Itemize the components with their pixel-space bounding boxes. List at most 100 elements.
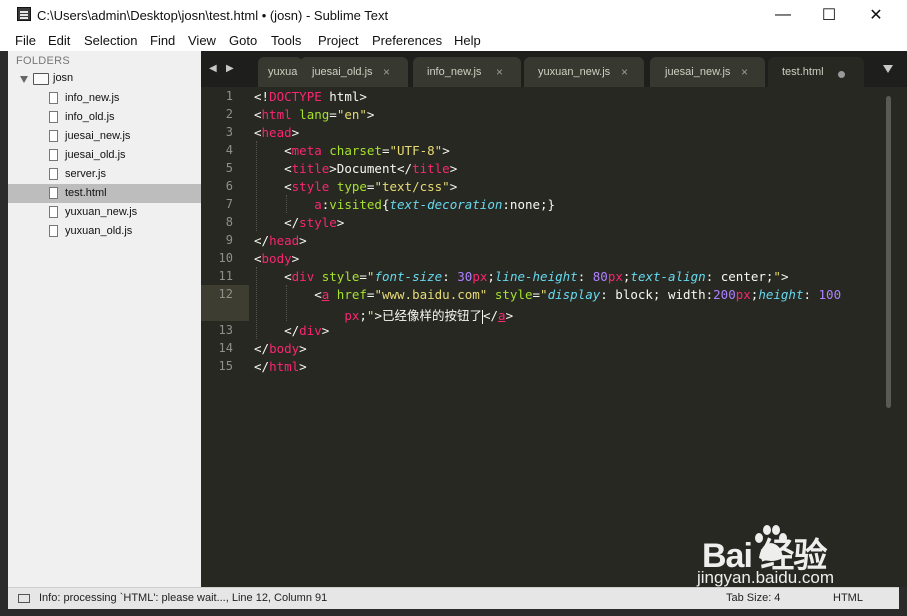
sidebar-file-server[interactable]: server.js <box>8 165 201 184</box>
line-number: 9 <box>225 233 233 247</box>
close-icon: ✕ <box>869 7 883 24</box>
line-number: 5 <box>225 161 233 175</box>
minimize-button[interactable]: — <box>760 0 806 30</box>
sidebar-file-juesai-new[interactable]: juesai_new.js <box>8 127 201 146</box>
menu-view[interactable]: View <box>188 33 216 48</box>
code-token: text-align <box>630 269 706 284</box>
code-token: px <box>735 287 751 302</box>
tab-close-icon[interactable]: × <box>496 65 503 79</box>
code-token: px <box>607 269 623 284</box>
code-token: html <box>269 359 300 374</box>
code-token: : <box>442 269 458 284</box>
code-line: </body> <box>254 341 307 356</box>
syntax-indicator[interactable]: HTML <box>833 592 863 604</box>
unsaved-dot-icon[interactable] <box>838 71 845 78</box>
tab-juesai-old[interactable]: juesai_old.js × <box>300 57 408 87</box>
code-token: = <box>532 287 541 302</box>
code-token: < <box>254 143 292 158</box>
menu-file[interactable]: File <box>15 33 36 48</box>
code-token: div <box>299 323 322 338</box>
tab-yuxuan-new[interactable]: yuxuan_new.js × <box>524 57 644 87</box>
code-token: body <box>269 341 300 356</box>
sidebar-file-info-new[interactable]: info_new.js <box>8 89 201 108</box>
sidebar-file-info-old[interactable]: info_old.js <box>8 108 201 127</box>
code-token: "www.baidu.com" <box>374 287 488 302</box>
tab-label: yuxua <box>268 66 298 78</box>
code-token: : <box>577 269 593 284</box>
menu-selection[interactable]: Selection <box>84 33 137 48</box>
tab-next-icon[interactable]: ▶ <box>226 63 234 74</box>
code-token: 30 <box>457 269 473 284</box>
title-bar[interactable]: C:\Users\admin\Desktop\josn\test.html • … <box>0 0 907 30</box>
code-token: style <box>321 269 360 284</box>
tab-label: juesai_old.js <box>312 66 373 78</box>
code-token: ; <box>359 308 367 323</box>
code-token: </ <box>482 308 499 323</box>
menu-help[interactable]: Help <box>454 33 481 48</box>
maximize-button[interactable]: ☐ <box>806 0 852 30</box>
sidebar-file-juesai-old[interactable]: juesai_old.js <box>8 146 201 165</box>
file-label: juesai_new.js <box>65 130 131 142</box>
tab-info-new[interactable]: info_new.js × <box>413 57 521 87</box>
menu-edit[interactable]: Edit <box>48 33 70 48</box>
file-icon <box>49 206 58 218</box>
file-label: info_new.js <box>65 92 120 104</box>
menu-find[interactable]: Find <box>150 33 175 48</box>
code-token: line-height <box>494 269 578 284</box>
menu-project[interactable]: Project <box>318 33 358 48</box>
vertical-scrollbar[interactable] <box>886 96 891 408</box>
menu-goto[interactable]: Goto <box>229 33 257 48</box>
expand-triangle-icon[interactable] <box>20 76 28 83</box>
code-token: </ <box>254 359 270 374</box>
code-token: px <box>472 269 488 284</box>
sidebar-file-test-html[interactable]: test.html <box>8 184 201 203</box>
menu-preferences[interactable]: Preferences <box>372 33 442 48</box>
menu-tools[interactable]: Tools <box>271 33 301 48</box>
code-token: = <box>329 107 337 122</box>
tab-close-icon[interactable]: × <box>621 65 628 79</box>
tab-overflow-icon[interactable] <box>883 65 893 73</box>
code-line: <meta charset="UTF-8"> <box>254 143 450 158</box>
line-number: 8 <box>225 215 233 229</box>
window-title: C:\Users\admin\Desktop\josn\test.html • … <box>37 8 389 23</box>
tab-yuxuan-old[interactable]: yuxua <box>258 57 302 87</box>
file-icon <box>49 111 58 123</box>
file-icon <box>49 149 58 161</box>
code-token: < <box>254 269 292 284</box>
code-token: title <box>412 161 450 176</box>
folders-header: FOLDERS <box>16 55 71 67</box>
tab-test-html[interactable]: test.html <box>768 57 864 87</box>
code-token: : center; <box>705 269 774 284</box>
code-line: <style type="text/css"> <box>254 179 457 194</box>
code-area[interactable]: <!DOCTYPE html> <html lang="en"> <head> <m… <box>254 87 841 374</box>
tab-juesai-new[interactable]: juesai_new.js × <box>650 57 765 87</box>
tab-prev-icon[interactable]: ◀ <box>209 63 217 74</box>
close-button[interactable]: ✕ <box>853 0 899 30</box>
code-token: body <box>261 251 292 266</box>
code-line: <html lang="en"> <box>254 107 374 122</box>
tab-close-icon[interactable]: × <box>741 65 748 79</box>
panel-toggle-icon[interactable] <box>18 594 30 603</box>
tab-size-indicator[interactable]: Tab Size: 4 <box>726 592 780 604</box>
tab-close-icon[interactable]: × <box>383 65 390 79</box>
baidu-paw-icon <box>755 525 787 561</box>
sidebar-file-yuxuan-new[interactable]: yuxuan_new.js <box>8 203 201 222</box>
code-token: > <box>299 233 307 248</box>
code-token: < <box>254 161 292 176</box>
sidebar-file-yuxuan-old[interactable]: yuxuan_old.js <box>8 222 201 241</box>
tab-label: yuxuan_new.js <box>538 66 611 78</box>
code-token: 100 <box>818 287 842 302</box>
tab-bar: ◀ ▶ yuxua juesai_old.js × info_new.js × … <box>201 51 907 87</box>
code-editor[interactable]: 1 2 3 4 5 6 7 8 9 10 11 12 13 14 15 <!DOCTYPE html> <ht… <box>201 87 907 587</box>
file-icon <box>49 225 58 237</box>
code-line: <body> <box>254 251 299 266</box>
folder-josn[interactable]: josn <box>8 70 201 89</box>
tab-label: juesai_new.js <box>665 66 731 78</box>
line-number: 12 <box>218 287 233 301</box>
code-token: >Document</ <box>329 161 413 176</box>
code-token: < <box>254 287 322 302</box>
code-line: <a href="www.baidu.com" style="display: … <box>254 287 841 302</box>
